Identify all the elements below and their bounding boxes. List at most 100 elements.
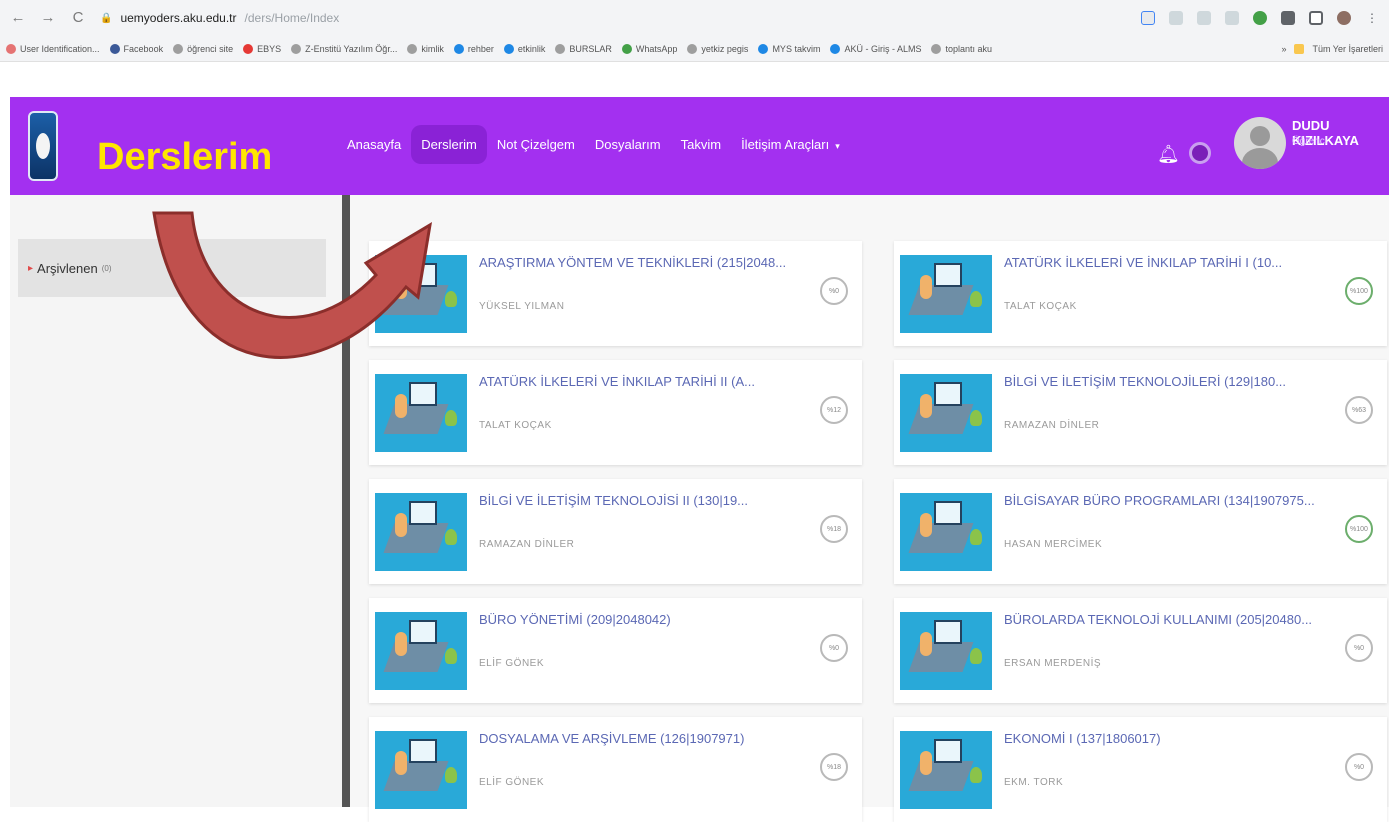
bookmark-favicon-icon — [621, 43, 632, 54]
course-title[interactable]: BİLGİSAYAR BÜRO PROGRAMLARI (134|1907975… — [1004, 493, 1324, 508]
user-role: Öğrenci — [1292, 136, 1328, 147]
menu-item[interactable]: Dosyalarım — [585, 125, 671, 164]
bookmark-item[interactable]: yetkiz pegis — [687, 43, 748, 54]
course-thumbnail — [375, 255, 467, 333]
sidebar-item-label: Arşivlenen — [37, 260, 98, 276]
course-card[interactable]: DOSYALAMA VE ARŞİVLEME (126|1907971) ELİF… — [369, 717, 862, 822]
bookmark-item[interactable]: WhatsApp — [621, 43, 677, 54]
bookmark-favicon-icon — [503, 43, 514, 54]
bookmark-item[interactable]: Z-Enstitü Yazılım Öğr... — [291, 43, 397, 54]
progress-indicator: %0 — [820, 277, 848, 305]
course-title[interactable]: BÜRO YÖNETİMİ (209|2048042) — [479, 612, 799, 627]
progress-indicator: %12 — [820, 396, 848, 424]
avatar[interactable] — [1234, 117, 1286, 169]
course-card[interactable]: EKONOMİ I (137|1806017) EKM. TORK %0 — [894, 717, 1387, 822]
menu-item-label: İletişim Araçları — [741, 137, 830, 152]
messages-icon[interactable] — [1189, 142, 1211, 164]
menu-item[interactable]: Derslerim — [411, 125, 487, 164]
overlay-title: Derslerim — [97, 136, 273, 178]
course-card[interactable]: ARAŞTIRMA YÖNTEM VE TEKNİKLERİ (215|2048… — [369, 241, 862, 346]
menu-item-label: Not Çizelgem — [496, 137, 575, 152]
bookmark-item[interactable]: AKÜ - Giriş - ALMS — [830, 43, 921, 54]
url-path: /ders/Home/Index — [244, 11, 340, 25]
bookmark-item[interactable]: toplantı aku — [931, 43, 992, 54]
progress-indicator: %0 — [1345, 634, 1373, 662]
bookmark-item[interactable]: etkinlik — [503, 43, 545, 54]
bookmark-item[interactable]: EBYS — [243, 43, 281, 54]
progress-indicator: %100 — [1345, 515, 1373, 543]
course-thumbnail — [900, 493, 992, 571]
bookmark-item[interactable]: rehber — [453, 43, 494, 54]
bookmark-favicon-icon — [555, 43, 566, 54]
chevron-down-icon: ▾ — [835, 141, 840, 151]
bullet-icon: ▸ — [28, 262, 34, 274]
course-thumbnail — [900, 731, 992, 809]
bookmark-item[interactable]: kimlik — [407, 43, 444, 54]
bookmarks-all[interactable]: » Tüm Yer İşaretleri — [1281, 43, 1383, 54]
sidebar-item-count: (0) — [101, 263, 112, 273]
folder-icon — [1294, 43, 1305, 54]
course-title[interactable]: ATATÜRK İLKELERİ VE İNKILAP TARİHİ II (A… — [479, 374, 799, 389]
bell-icon[interactable]: 🔔︎ — [1157, 144, 1180, 165]
course-title[interactable]: BİLGİ VE İLETİŞİM TEKNOLOJİLERİ (129|180… — [1004, 374, 1324, 389]
bookmark-item[interactable]: MYS takvim — [758, 43, 820, 54]
address-bar[interactable]: 🔒 uemyoders.aku.edu.tr/ders/Home/Index — [100, 6, 339, 30]
course-title[interactable]: ARAŞTIRMA YÖNTEM VE TEKNİKLERİ (215|2048… — [479, 255, 799, 270]
course-title[interactable]: BÜROLARDA TEKNOLOJİ KULLANIMI (205|20480… — [1004, 612, 1324, 627]
course-card[interactable]: BİLGİSAYAR BÜRO PROGRAMLARI (134|1907975… — [894, 479, 1387, 584]
menu-item-label: Anasayfa — [347, 137, 402, 152]
lock-icon: 🔒 — [100, 12, 113, 24]
bookmark-favicon-icon — [173, 43, 184, 54]
profile-icon[interactable] — [1337, 11, 1351, 25]
forward-icon[interactable]: → — [40, 10, 56, 26]
bookmark-item[interactable]: öğrenci site — [173, 43, 233, 54]
course-card[interactable]: BİLGİ VE İLETİŞİM TEKNOLOJİSİ II (130|19… — [369, 479, 862, 584]
course-title[interactable]: ATATÜRK İLKELERİ VE İNKILAP TARİHİ I (10… — [1004, 255, 1324, 270]
menu-item[interactable]: Takvim — [671, 125, 731, 164]
course-card[interactable]: BÜROLARDA TEKNOLOJİ KULLANIMI (205|20480… — [894, 598, 1387, 703]
menu-item[interactable]: Not Çizelgem — [487, 125, 585, 164]
bookmark-favicon-icon — [407, 43, 418, 54]
menu-item-label: Takvim — [680, 137, 722, 152]
course-card[interactable]: BÜRO YÖNETİMİ (209|2048042) ELİF GÖNEK %0 — [369, 598, 862, 703]
progress-indicator: %18 — [820, 753, 848, 781]
course-card[interactable]: ATATÜRK İLKELERİ VE İNKILAP TARİHİ I (10… — [894, 241, 1387, 346]
sidebar-item-archived[interactable]: ▸ Arşivlenen (0) — [18, 239, 326, 297]
bookmark-item[interactable]: BURSLAR — [555, 43, 612, 54]
sidebar-icon[interactable] — [1309, 11, 1323, 25]
course-teacher: TALAT KOÇAK — [479, 420, 552, 431]
course-card[interactable]: BİLGİ VE İLETİŞİM TEKNOLOJİLERİ (129|180… — [894, 360, 1387, 465]
course-thumbnail — [900, 374, 992, 452]
bookmark-label: User Identification... — [20, 43, 100, 54]
course-card[interactable]: ATATÜRK İLKELERİ VE İNKILAP TARİHİ II (A… — [369, 360, 862, 465]
key-icon[interactable] — [1169, 11, 1183, 25]
bookmark-item[interactable]: User Identification... — [6, 43, 100, 54]
reload-icon[interactable]: C — [70, 10, 86, 26]
bookmark-favicon-icon — [830, 43, 841, 54]
course-teacher: TALAT KOÇAK — [1004, 301, 1077, 312]
course-teacher: RAMAZAN DİNLER — [479, 539, 575, 550]
course-title[interactable]: DOSYALAMA VE ARŞİVLEME (126|1907971) — [479, 731, 799, 746]
course-thumbnail — [375, 612, 467, 690]
menu-item[interactable]: İletişim Araçları ▾ — [731, 125, 850, 164]
extension-icons: ⋮ — [1141, 11, 1379, 25]
puzzle-icon[interactable] — [1281, 11, 1295, 25]
extension-green-icon[interactable] — [1253, 11, 1267, 25]
google-icon[interactable] — [1141, 11, 1155, 25]
course-title[interactable]: EKONOMİ I (137|1806017) — [1004, 731, 1324, 746]
course-title[interactable]: BİLGİ VE İLETİŞİM TEKNOLOJİSİ II (130|19… — [479, 493, 799, 508]
university-logo[interactable] — [28, 111, 58, 181]
back-icon[interactable]: ← — [10, 10, 26, 26]
menu-dots-icon[interactable]: ⋮ — [1365, 11, 1379, 25]
bookmark-label: rehber — [467, 43, 494, 54]
menu-item[interactable]: Anasayfa — [337, 125, 411, 164]
course-teacher: RAMAZAN DİNLER — [1004, 420, 1100, 431]
menu-item-label: Dosyalarım — [594, 137, 661, 152]
bookmark-item[interactable]: Facebook — [109, 43, 163, 54]
bookmark-favicon-icon — [109, 43, 120, 54]
star-icon[interactable] — [1225, 11, 1239, 25]
bookmarks-bar: User Identification... Facebook öğrenci si… — [0, 36, 1389, 62]
course-teacher: ERSAN MERDENİŞ — [1004, 658, 1102, 669]
share-icon[interactable] — [1197, 11, 1211, 25]
progress-indicator: %18 — [820, 515, 848, 543]
